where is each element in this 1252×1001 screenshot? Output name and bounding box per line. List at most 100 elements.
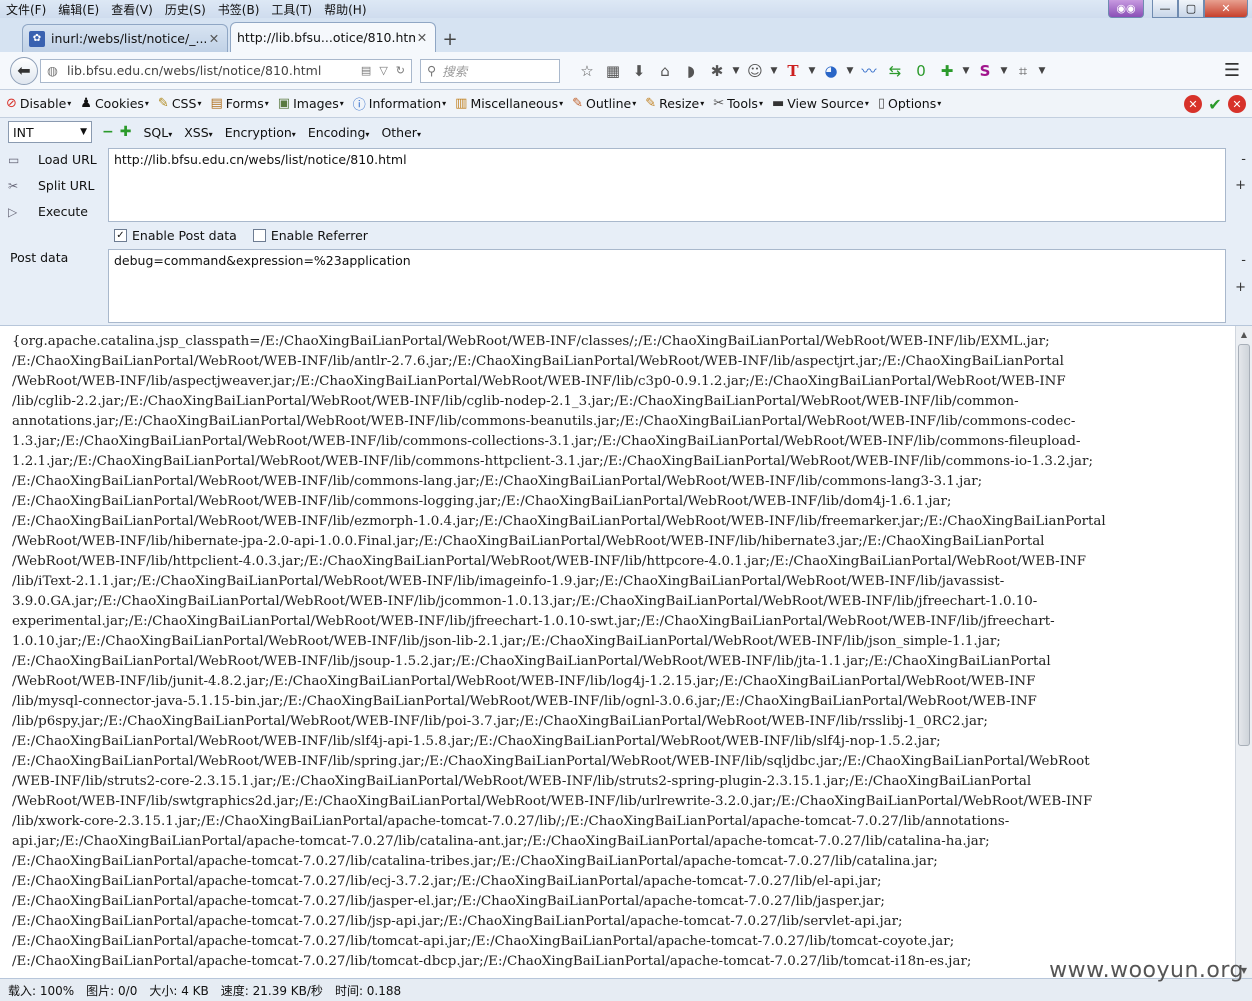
type-select[interactable]: INT ▼ (8, 121, 92, 143)
vertical-scrollbar[interactable]: ▲ ▼ (1235, 326, 1252, 978)
response-line: 1.3.jar;/E:/ChaoXingBaiLianPortal/WebRoo… (12, 434, 1081, 449)
other-menu[interactable]: Other▾ (381, 125, 421, 140)
scroll-up-icon[interactable]: ▲ (1236, 326, 1252, 342)
sync-arrows-icon[interactable]: ⇆ (882, 62, 908, 80)
response-line: {org.apache.catalina.jsp_classpath=/E:/C… (12, 334, 1050, 349)
load-url-button[interactable]: ▭ Load URL (8, 152, 97, 167)
tab-search[interactable]: ✿ inurl:/webs/list/notice/_... ✕ (22, 24, 228, 52)
options-menu[interactable]: ▯ Options ▾ (878, 96, 941, 111)
bug-icon[interactable]: ✱ (704, 62, 730, 80)
response-line: /E:/ChaoXingBaiLianPortal/WebRoot/WEB-IN… (12, 754, 1090, 769)
status-load: 载入: 100% (8, 983, 75, 998)
encoding-menu[interactable]: Encoding▾ (308, 125, 370, 140)
split-url-button[interactable]: ✂ Split URL (8, 178, 95, 193)
hamburger-menu-icon[interactable]: ☰ (1224, 60, 1240, 81)
tab-active[interactable]: http://lib.bfsu...otice/810.html ✕ (230, 22, 436, 52)
close-window-button[interactable]: ✕ (1204, 0, 1248, 18)
chevron-down-icon[interactable]: ▼ (844, 66, 856, 76)
chevron-down-icon[interactable]: ▼ (998, 66, 1010, 76)
url-expand-button[interactable]: + (1235, 178, 1246, 193)
check-icon[interactable]: ✔ (1206, 95, 1224, 114)
s-addon-icon[interactable]: S (972, 62, 998, 80)
post-shrink-button[interactable]: - (1241, 253, 1246, 268)
minimize-button[interactable]: — (1152, 0, 1178, 18)
images-menu[interactable]: ▣ Images ▾ (278, 96, 344, 111)
xss-menu[interactable]: XSS▾ (184, 125, 212, 140)
menu-bookmarks[interactable]: 书签(B) (218, 1, 260, 18)
css-pencil-icon: ✎ (157, 96, 169, 111)
response-line: /E:/ChaoXingBaiLianPortal/apache-tomcat-… (12, 914, 903, 929)
response-line: api.jar;/E:/ChaoXingBaiLianPortal/apache… (12, 834, 990, 849)
globe-addon-icon[interactable]: ◕ (818, 62, 844, 80)
bookmarks-list-icon[interactable]: ▦ (600, 62, 626, 80)
menu-file[interactable]: 文件(F) (6, 1, 46, 18)
back-button[interactable]: ⬅ (10, 56, 38, 85)
crop-icon[interactable]: ⌗ (1010, 62, 1036, 80)
url-shrink-button[interactable]: - (1241, 152, 1246, 167)
outline-menu[interactable]: ✎ Outline ▾ (572, 96, 636, 111)
forms-menu[interactable]: ▤ Forms ▾ (210, 96, 268, 111)
error-icon[interactable]: ✕ (1184, 95, 1202, 113)
disable-menu[interactable]: ⊘ Disable ▾ (6, 96, 71, 111)
response-line: /E:/ChaoXingBaiLianPortal/apache-tomcat-… (12, 934, 955, 949)
menu-tools[interactable]: 工具(T) (271, 1, 312, 18)
address-bar[interactable]: ◍ lib.bfsu.edu.cn/webs/list/notice/810.h… (40, 58, 412, 83)
chevron-down-icon[interactable]: ▼ (730, 66, 742, 76)
navigation-bar: ⬅ ◍ lib.bfsu.edu.cn/webs/list/notice/810… (0, 52, 1252, 90)
chevron-down-icon[interactable]: ▼ (806, 66, 818, 76)
plus-icon[interactable]: ✚ (120, 124, 132, 140)
menu-view[interactable]: 查看(V) (111, 1, 153, 18)
enable-post-checkbox[interactable]: ✓ (114, 229, 127, 242)
menu-help[interactable]: 帮助(H) (324, 1, 366, 18)
url-textarea[interactable]: http://lib.bfsu.edu.cn/webs/list/notice/… (108, 148, 1226, 222)
chat-icon[interactable]: ◗ (678, 62, 704, 80)
address-text[interactable]: lib.bfsu.edu.cn/webs/list/notice/810.htm… (67, 63, 353, 78)
hackbar-panel: INT ▼ − ✚ SQL▾ XSS▾ Encryption▾ Encoding… (0, 118, 1252, 326)
post-data-textarea[interactable]: debug=command&expression=%23application (108, 249, 1226, 323)
response-line: /E:/ChaoXingBaiLianPortal/apache-tomcat-… (12, 874, 882, 889)
chevron-down-icon[interactable]: ▼ (1036, 66, 1048, 76)
minus-icon[interactable]: − (102, 124, 114, 140)
puzzle-icon[interactable]: ✚ (934, 62, 960, 80)
enable-referrer-checkbox[interactable] (252, 229, 266, 242)
download-icon[interactable]: ⬇ (626, 62, 652, 80)
reload-icon[interactable]: ↻ (396, 64, 405, 77)
maximize-button[interactable]: ▢ (1178, 0, 1204, 18)
resize-menu[interactable]: ✎ Resize ▾ (645, 96, 704, 111)
execute-button[interactable]: ▷ Execute (8, 204, 88, 219)
encryption-menu[interactable]: Encryption▾ (225, 125, 296, 140)
response-line: /WEB-INF/lib/struts2-core-2.3.15.1.jar;/… (12, 774, 1032, 789)
cookies-menu[interactable]: ♟ Cookies ▾ (80, 96, 149, 111)
miscellaneous-menu[interactable]: ▥ Miscellaneous ▾ (455, 96, 563, 111)
home-icon[interactable]: ⌂ (652, 62, 678, 80)
tools-menu[interactable]: ✂ Tools ▾ (713, 96, 763, 111)
graph-icon[interactable]: 〰 (856, 60, 882, 81)
reader-icon[interactable]: ▤ (361, 64, 371, 77)
chevron-down-icon[interactable]: ▼ (768, 66, 780, 76)
outline-pencil-icon: ✎ (572, 96, 584, 111)
tab-close-icon[interactable]: ✕ (207, 31, 221, 46)
information-menu[interactable]: ⓘ Information ▾ (353, 94, 446, 113)
response-line: /WebRoot/WEB-INF/lib/aspectjweaver.jar;/… (12, 374, 1066, 389)
text-t-icon[interactable]: T (780, 62, 806, 80)
resize-pencil-icon: ✎ (645, 96, 657, 111)
scrollbar-thumb[interactable] (1238, 344, 1250, 746)
tab-close-icon[interactable]: ✕ (415, 30, 429, 45)
search-box[interactable]: ⚲ 搜索 (420, 58, 560, 83)
dropdown-icon[interactable]: ▽ (379, 64, 387, 77)
monkey-icon[interactable]: ☺ (742, 62, 768, 80)
response-line: /lib/cglib-2.2.jar;/E:/ChaoXingBaiLianPo… (12, 394, 1019, 409)
view-source-menu[interactable]: ▬ View Source ▾ (772, 96, 869, 111)
menu-edit[interactable]: 编辑(E) (58, 1, 99, 18)
menu-history[interactable]: 历史(S) (165, 1, 206, 18)
css-menu[interactable]: ✎ CSS ▾ (158, 96, 202, 111)
counter-badge[interactable]: 0 (908, 62, 934, 80)
chevron-down-icon[interactable]: ▼ (960, 66, 972, 76)
private-mask-icon[interactable]: ◉◉ (1108, 0, 1144, 18)
new-tab-button[interactable]: + (438, 26, 462, 52)
status-images: 图片: 0/0 (86, 983, 138, 998)
bookmark-star-icon[interactable]: ☆ (574, 62, 600, 80)
close-toolbar-icon[interactable]: ✕ (1228, 95, 1246, 113)
post-expand-button[interactable]: + (1235, 280, 1246, 295)
sql-menu[interactable]: SQL▾ (143, 125, 172, 140)
